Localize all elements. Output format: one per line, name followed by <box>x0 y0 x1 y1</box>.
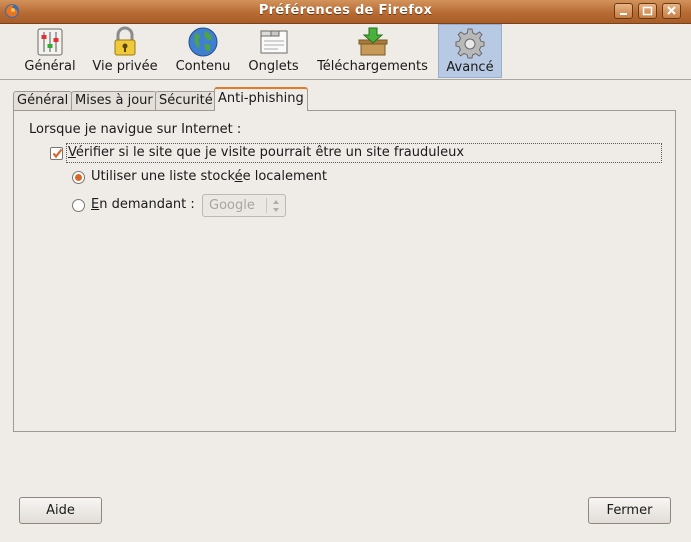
toolbar-content[interactable]: Contenu <box>172 24 234 78</box>
tab-security[interactable]: Sécurité <box>155 91 217 110</box>
title-bar: Préférences de Firefox <box>0 0 691 24</box>
tab-security-label: Sécurité <box>159 93 213 108</box>
tab-updates-label: Mises à jour <box>75 93 153 108</box>
toolbar-tabs[interactable]: Onglets <box>245 24 302 78</box>
tab-antiphishing[interactable]: Anti-phishing <box>214 87 308 111</box>
radio-local-accel: é <box>234 169 243 184</box>
section-label: Lorsque je navigue sur Internet : <box>29 122 242 137</box>
check-fraud-checkbox[interactable] <box>50 147 63 160</box>
sliders-icon <box>37 28 63 56</box>
padlock-icon <box>114 26 136 56</box>
toolbar-advanced-label: Avancé <box>446 60 494 75</box>
provider-select[interactable]: Google <box>202 194 286 217</box>
minimize-button[interactable] <box>614 3 633 19</box>
tabs-window-icon <box>260 30 287 54</box>
radio-ask-provider[interactable] <box>72 199 85 212</box>
help-button[interactable]: Aide <box>19 497 102 524</box>
gear-icon <box>455 28 485 59</box>
radio-local-text-b: e localement <box>242 169 327 184</box>
check-fraud-accel: V <box>68 145 76 160</box>
minimize-icon <box>620 13 627 15</box>
toolbar-privacy-label: Vie privée <box>92 59 158 74</box>
radio-ask-label[interactable]: En demandant : <box>91 197 195 212</box>
toolbar-downloads[interactable]: Téléchargements <box>314 24 431 78</box>
updown-arrows-icon <box>273 200 279 212</box>
close-window-button[interactable] <box>662 3 681 19</box>
tab-general-label: Général <box>17 93 69 108</box>
tab-general[interactable]: Général <box>13 91 73 110</box>
toolbar-advanced[interactable]: Avancé <box>438 24 502 78</box>
tab-updates[interactable]: Mises à jour <box>71 91 157 110</box>
preferences-toolbar: Général Vie privée Contenu Onglets Téléc… <box>0 23 691 80</box>
toolbar-general[interactable]: Général <box>20 24 80 78</box>
check-fraud-text: érifier si le site que je visite pourrai… <box>75 145 465 160</box>
window-title: Préférences de Firefox <box>258 3 433 18</box>
radio-ask-accel: E <box>91 197 100 212</box>
toolbar-privacy[interactable]: Vie privée <box>91 24 159 78</box>
radio-local-text-a: Utiliser une liste stock <box>91 169 235 184</box>
tab-antiphishing-label: Anti-phishing <box>218 91 304 106</box>
toolbar-downloads-label: Téléchargements <box>317 59 428 74</box>
toolbar-general-label: Général <box>24 59 76 74</box>
globe-icon <box>188 27 218 57</box>
select-divider <box>266 198 267 213</box>
provider-select-value: Google <box>209 198 255 213</box>
checkmark-icon <box>52 148 63 159</box>
radio-ask-text: n demandant : <box>99 197 195 212</box>
download-box-icon <box>358 27 387 56</box>
toolbar-tabs-label: Onglets <box>248 59 299 74</box>
radio-local-label[interactable]: Utiliser une liste stockée localement <box>91 169 327 184</box>
toolbar-content-label: Contenu <box>175 59 231 74</box>
maximize-icon <box>642 6 653 16</box>
check-fraud-label[interactable]: Vérifier si le site que je visite pourra… <box>66 143 662 163</box>
radio-local-list[interactable] <box>72 171 85 184</box>
maximize-button[interactable] <box>638 3 657 19</box>
close-button[interactable]: Fermer <box>588 497 671 524</box>
close-icon <box>667 6 676 15</box>
